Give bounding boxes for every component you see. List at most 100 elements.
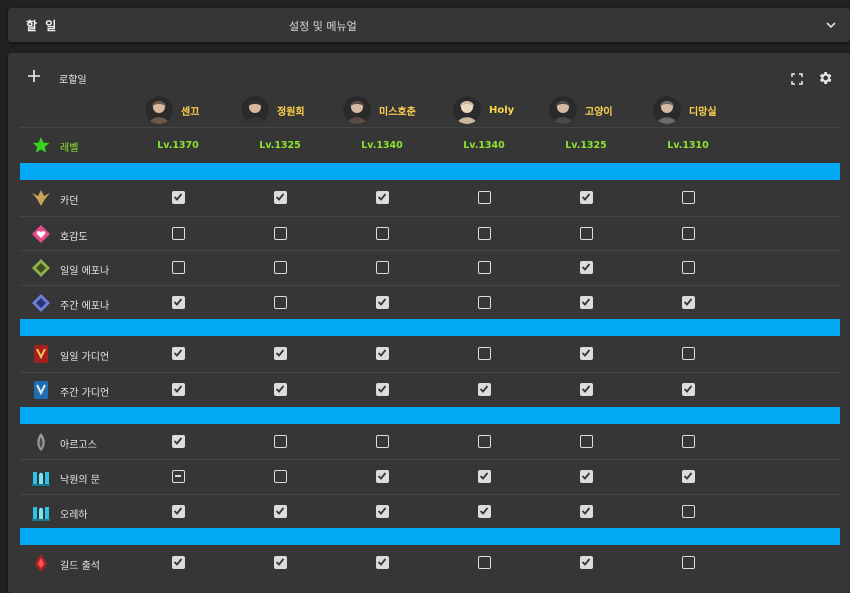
level-row: 레벨 Lv.1370 Lv.1325 Lv.1340 Lv.1340 Lv.1325 Lv.… [20,127,842,161]
chevron-down-icon[interactable] [824,18,838,32]
task-checkbox[interactable] [478,434,491,448]
task-checkbox[interactable] [478,226,491,240]
task-checkbox[interactable] [682,470,695,484]
task-checkbox[interactable] [172,191,185,204]
task-checkbox[interactable] [580,295,593,309]
task-checkbox[interactable] [376,226,389,240]
guild-attendance-icon [35,554,47,573]
star-icon [32,137,50,153]
task-checkbox[interactable] [580,261,593,275]
task-label: 낙원의 문 [60,475,100,487]
character-avatar [241,96,269,124]
task-checkbox[interactable] [580,504,593,518]
app-title: 할 일 [26,19,59,33]
task-checkbox[interactable] [682,556,695,570]
level-row-label: 레벨 [60,143,79,154]
settings-manual-menu[interactable]: 설정 및 메뉴얼 [289,18,357,34]
task-row: 일일 에포나 [20,250,842,284]
task-checkbox[interactable] [376,504,389,518]
task-checkbox[interactable] [274,191,287,204]
task-row: 카던 [20,181,842,215]
weekly-guardian-icon [34,381,48,399]
daily-guardian-icon [34,345,48,364]
section-separator [20,528,840,546]
task-checkbox[interactable] [580,347,593,361]
task-checkbox[interactable] [478,191,491,204]
task-checkbox[interactable] [580,191,593,204]
character-avatar [549,96,577,124]
task-label: 오레하 [60,509,88,521]
task-checkbox[interactable] [376,295,389,309]
task-checkbox[interactable] [478,504,491,518]
task-checkbox[interactable] [376,470,389,484]
task-checkbox[interactable] [478,383,491,396]
character-3[interactable]: 미스호춘 [343,96,416,124]
task-checkbox[interactable] [172,295,185,309]
task-row: 주간 에포나 [20,284,842,319]
task-checkbox[interactable] [580,470,593,484]
task-checkbox[interactable] [376,434,389,448]
task-checkbox[interactable] [172,470,185,484]
task-checkbox[interactable] [682,191,695,204]
task-checkbox[interactable] [172,434,185,448]
character-1[interactable]: 센끄 [145,96,199,124]
character-avatar [145,96,173,124]
task-checkbox[interactable] [274,295,287,309]
task-label: 카던 [60,196,79,207]
task-row: 주간 가디언 [20,372,842,406]
task-checkbox[interactable] [478,295,491,309]
task-checkbox[interactable] [376,556,389,570]
add-icon[interactable] [27,69,41,83]
task-checkbox[interactable] [274,434,287,448]
task-label: 길드 출석 [60,561,100,573]
fullscreen-icon[interactable] [791,73,803,85]
top-bar[interactable]: 할 일 설정 및 메뉴얼 [8,8,850,42]
task-checkbox[interactable] [682,347,695,361]
task-checkbox[interactable] [478,347,491,361]
task-checkbox[interactable] [376,347,389,361]
task-checkbox[interactable] [376,261,389,275]
task-checkbox[interactable] [580,556,593,570]
task-label: 호감도 [60,231,88,243]
task-checkbox[interactable] [172,556,185,570]
character-level: Lv.1325 [565,140,607,151]
character-header-row: 센끄 정원희 미스호춘 Holy 고양이 디망실 [8,93,850,127]
task-checkbox[interactable] [274,261,287,275]
task-checkbox[interactable] [172,261,185,275]
character-avatar [653,96,681,124]
task-checkbox[interactable] [376,191,389,204]
task-checkbox[interactable] [682,226,695,240]
character-name: 정원희 [277,106,305,118]
character-6[interactable]: 디망실 [653,96,717,124]
todo-panel: 로할일 센끄 정원희 미스호춘 Holy 고양이 디망실 레벨 Lv.1370 Lv.1325… [8,53,850,593]
task-checkbox[interactable] [682,261,695,275]
section-separator [20,406,840,424]
task-checkbox[interactable] [478,470,491,484]
task-checkbox[interactable] [274,226,287,240]
character-2[interactable]: 정원희 [241,96,305,124]
task-checkbox[interactable] [172,347,185,361]
task-checkbox[interactable] [682,504,695,518]
task-checkbox[interactable] [478,261,491,275]
task-checkbox[interactable] [580,434,593,448]
task-checkbox[interactable] [274,504,287,518]
task-checkbox[interactable] [274,470,287,484]
paradise-gate-icon [32,472,50,487]
task-checkbox[interactable] [682,434,695,448]
task-checkbox[interactable] [172,383,185,396]
task-checkbox[interactable] [274,556,287,570]
task-checkbox[interactable] [682,295,695,309]
task-checkbox[interactable] [274,347,287,361]
task-checkbox[interactable] [274,383,287,396]
task-checkbox[interactable] [376,383,389,396]
task-checkbox[interactable] [580,226,593,240]
task-checkbox[interactable] [172,504,185,518]
gear-icon[interactable] [817,70,833,86]
task-checkbox[interactable] [682,383,695,396]
character-4[interactable]: Holy [453,96,514,124]
task-checkbox[interactable] [172,226,185,240]
character-5[interactable]: 고양이 [549,96,613,124]
task-checkbox[interactable] [478,556,491,570]
task-checkbox[interactable] [580,383,593,396]
character-level: Lv.1370 [157,140,199,151]
